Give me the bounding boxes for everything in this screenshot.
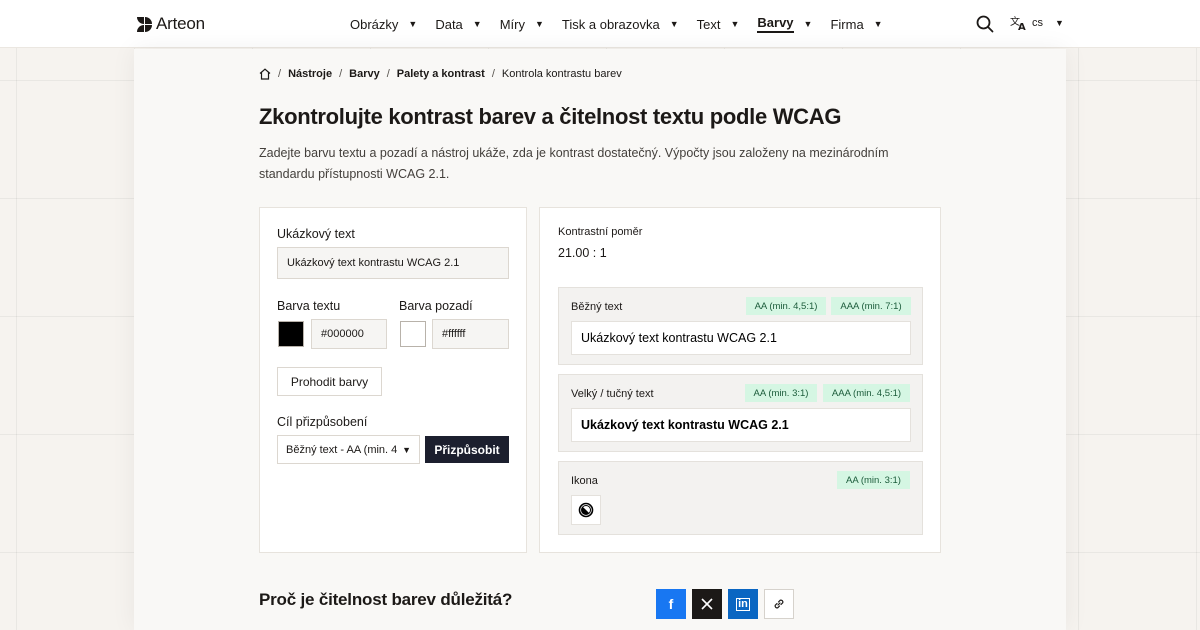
target-select-value: Běžný text - AA (min. 4,5:1)	[286, 443, 398, 456]
chevron-down-icon: ▼	[1055, 18, 1064, 28]
result-title: Běžný text	[571, 301, 623, 313]
result-icon: Ikona AA (min. 3:1)	[558, 461, 923, 535]
nav-item-data[interactable]: Data ▼	[435, 0, 481, 48]
search-icon[interactable]	[976, 15, 994, 33]
bg-color-label: Barva pozadí	[399, 299, 473, 313]
brand-name: Arteon	[156, 14, 205, 33]
section-subtitle: Proč je čitelnost barev důležitá?	[259, 590, 513, 609]
home-icon[interactable]	[259, 68, 271, 80]
badge-aaa: AAA (min. 7:1)	[831, 297, 911, 315]
share-x-button[interactable]	[692, 589, 722, 619]
logo-mark-icon	[137, 16, 152, 32]
badge-aaa: AAA (min. 4,5:1)	[823, 384, 910, 402]
contrast-ratio-label: Kontrastní poměr	[558, 226, 643, 238]
contrast-icon	[578, 502, 594, 518]
top-header: Arteon Obrázky ▼ Data ▼ Míry ▼ Tisk a ob…	[0, 0, 1200, 48]
brand-logo[interactable]: Arteon	[137, 14, 205, 34]
breadcrumb-separator: /	[339, 68, 343, 80]
swap-colors-button[interactable]: Prohodit barvy	[277, 367, 382, 396]
large-text-sample: Ukázkový text kontrastu WCAG 2.1	[571, 408, 911, 442]
chevron-down-icon: ▼	[472, 19, 482, 29]
nav-label: Tisk a obrazovka	[561, 16, 660, 32]
nav-item-firma[interactable]: Firma ▼	[830, 0, 882, 48]
contrast-ratio-value: 21.00 : 1	[558, 246, 607, 260]
normal-text-sample: Ukázkový text kontrastu WCAG 2.1	[571, 321, 911, 355]
chevron-down-icon: ▼	[535, 19, 544, 29]
linkedin-icon: in	[736, 597, 750, 611]
svg-text:A: A	[1018, 22, 1026, 31]
chevron-down-icon: ▼	[408, 19, 418, 29]
text-color-input[interactable]	[311, 319, 387, 349]
badge-aa: AA (min. 4,5:1)	[746, 297, 826, 315]
text-color-swatch[interactable]	[278, 321, 304, 347]
facebook-icon: f	[668, 596, 674, 612]
nav-item-text[interactable]: Text ▼	[697, 0, 740, 48]
nav-label: Data	[435, 16, 463, 32]
sample-text-label: Ukázkový text	[277, 227, 355, 241]
chevron-down-icon: ▼	[803, 19, 813, 29]
translate-icon: 文 A	[1010, 15, 1026, 31]
copy-link-button[interactable]	[764, 589, 794, 619]
result-title: Velký / tučný text	[571, 388, 654, 400]
badge-aa: AA (min. 3:1)	[837, 471, 910, 489]
share-facebook-button[interactable]: f	[656, 589, 686, 619]
breadcrumb-link-barvy[interactable]: Barvy	[349, 68, 380, 80]
target-label: Cíl přizpůsobení	[277, 415, 368, 429]
chevron-down-icon: ▼	[730, 19, 740, 29]
link-icon	[774, 599, 784, 609]
breadcrumb-link-nastroje[interactable]: Nástroje	[288, 68, 332, 80]
nav-item-obrazky[interactable]: Obrázky ▼	[350, 0, 417, 48]
breadcrumb-link-palety[interactable]: Palety a kontrast	[397, 68, 485, 80]
nav-label: Barvy	[757, 15, 794, 33]
bg-color-input[interactable]	[432, 319, 509, 349]
breadcrumb-separator: /	[491, 68, 495, 80]
nav-label: Firma	[830, 16, 864, 32]
chevron-down-icon: ▼	[669, 19, 679, 29]
sample-text-input[interactable]	[277, 247, 509, 279]
text-color-label: Barva textu	[277, 299, 341, 313]
icon-sample	[571, 495, 601, 525]
breadcrumb-separator: /	[278, 68, 282, 80]
nav-label: Míry	[499, 16, 525, 32]
nav-item-barvy[interactable]: Barvy ▼	[757, 0, 812, 48]
page-intro: Zadejte barvu textu a pozadí a nástroj u…	[259, 146, 889, 181]
target-select[interactable]: Běžný text - AA (min. 4,5:1) ▼	[277, 435, 420, 464]
result-large-text: Velký / tučný text AA (min. 3:1) AAA (mi…	[558, 374, 923, 452]
result-title: Ikona	[571, 475, 598, 487]
breadcrumb: / Nástroje / Barvy / Palety a kontrast /…	[259, 68, 622, 80]
badge-aa: AA (min. 3:1)	[745, 384, 817, 402]
chevron-down-icon: ▼	[402, 444, 411, 455]
x-logo-icon	[701, 598, 713, 610]
nav-label: Text	[696, 16, 721, 32]
adjust-button[interactable]: Přizpůsobit	[425, 436, 509, 463]
nav-item-miry[interactable]: Míry ▼	[500, 0, 544, 48]
breadcrumb-current: Kontrola kontrastu barev	[501, 68, 622, 80]
page-title: Zkontrolujte kontrast barev a čitelnost …	[259, 104, 842, 129]
nav-label: Obrázky	[350, 16, 399, 32]
bg-color-swatch[interactable]	[400, 321, 426, 347]
breadcrumb-separator: /	[386, 68, 390, 80]
result-normal-text: Běžný text AA (min. 4,5:1) AAA (min. 7:1…	[558, 287, 923, 365]
chevron-down-icon: ▼	[873, 19, 883, 29]
main-nav: Obrázky ▼ Data ▼ Míry ▼ Tisk a obrazovka…	[350, 0, 901, 48]
share-linkedin-button[interactable]: in	[728, 589, 758, 619]
nav-item-tisk[interactable]: Tisk a obrazovka ▼	[562, 0, 679, 48]
language-switcher[interactable]: 文 A cs ▼	[1010, 15, 1064, 31]
language-code: cs	[1032, 17, 1043, 29]
